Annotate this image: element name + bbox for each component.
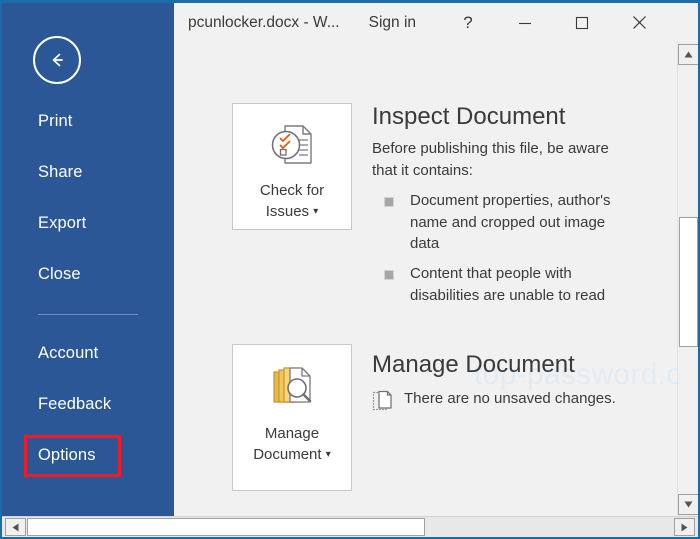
help-button[interactable]: ? (445, 3, 491, 42)
backstage-sidebar: Print Share Export Close Account Feedbac… (2, 3, 174, 517)
back-arrow-button[interactable] (33, 36, 81, 84)
close-icon (632, 16, 646, 29)
tile-label-line1: Check for (259, 182, 325, 199)
sidebar-item-label: Share (38, 163, 83, 181)
scroll-down-button[interactable] (678, 494, 698, 515)
unsaved-document-icon (372, 391, 392, 411)
horizontal-scrollbar[interactable] (2, 516, 698, 537)
vertical-scroll-thumb[interactable] (679, 217, 698, 347)
sidebar-item-export[interactable]: Export (2, 207, 174, 240)
check-for-issues-icon (268, 123, 316, 172)
sidebar-item-label: Account (38, 344, 99, 362)
tile-label-line2: Document (253, 446, 322, 464)
horizontal-scroll-thumb[interactable] (27, 518, 425, 536)
sidebar-item-label: Export (38, 214, 87, 232)
maximize-button[interactable] (559, 3, 605, 42)
scroll-right-button[interactable] (674, 518, 695, 536)
sidebar-item-print[interactable]: Print (2, 105, 174, 138)
document-title: pcunlocker.docx - W... (188, 13, 340, 31)
inspect-document-section: Inspect Document Before publishing this … (372, 103, 632, 315)
tile-label-line1: Manage (264, 425, 320, 442)
manage-document-button[interactable]: Manage Document ▾ (232, 344, 352, 491)
sidebar-item-feedback[interactable]: Feedback (2, 388, 174, 421)
minimize-icon (519, 22, 532, 24)
scroll-left-button[interactable] (5, 518, 26, 536)
list-item: Document properties, author's name and c… (372, 190, 632, 255)
check-for-issues-label: Check for Issues ▾ (260, 180, 324, 223)
scroll-up-button[interactable] (678, 44, 698, 65)
chevron-down-icon: ▾ (325, 449, 331, 461)
triangle-down-icon (684, 501, 693, 508)
check-for-issues-button[interactable]: Check for Issues ▾ (232, 103, 352, 230)
sidebar-item-account[interactable]: Account (2, 337, 174, 370)
manage-document-label: Manage Document ▾ (253, 423, 331, 466)
manage-document-heading: Manage Document (372, 351, 575, 378)
sidebar-item-label: Close (38, 265, 81, 283)
title-bar: pcunlocker.docx - W... Sign in ? (174, 3, 698, 42)
unsaved-changes-text: There are no unsaved changes. (404, 390, 616, 408)
sidebar-item-options[interactable]: Options (2, 439, 174, 472)
manage-document-section: Manage Document There are no unsaved cha… (372, 351, 652, 412)
inspect-document-subtext: Before publishing this file, be aware th… (372, 140, 609, 180)
triangle-right-icon (681, 523, 688, 531)
question-mark-icon: ? (463, 13, 473, 32)
tile-label-line2: Issues (265, 203, 310, 221)
minimize-button[interactable] (502, 3, 548, 42)
sign-in-button[interactable]: Sign in (369, 14, 416, 32)
inspect-document-heading: Inspect Document (372, 103, 566, 130)
triangle-up-icon (684, 51, 693, 58)
maximize-icon (575, 16, 589, 29)
backstage-info-pane: top-password.com Check for (174, 42, 698, 517)
manage-document-icon (266, 364, 318, 415)
vertical-scrollbar[interactable] (677, 42, 698, 517)
word-backstage-window: Print Share Export Close Account Feedbac… (0, 0, 700, 539)
sidebar-divider (38, 314, 138, 315)
sidebar-item-label: Feedback (38, 395, 112, 413)
sidebar-item-close[interactable]: Close (2, 258, 174, 291)
back-arrow-icon (52, 53, 63, 67)
inspect-document-bullets: Document properties, author's name and c… (372, 190, 632, 307)
chevron-down-icon: ▾ (313, 206, 319, 218)
unsaved-changes-row: There are no unsaved changes. (372, 390, 652, 412)
sidebar-item-label: Print (38, 112, 73, 130)
sidebar-item-label: Options (38, 446, 96, 464)
sidebar-item-share[interactable]: Share (2, 156, 174, 189)
triangle-left-icon (12, 523, 19, 531)
close-button[interactable] (616, 3, 662, 42)
list-item: Content that people with disabilities ar… (372, 263, 632, 307)
